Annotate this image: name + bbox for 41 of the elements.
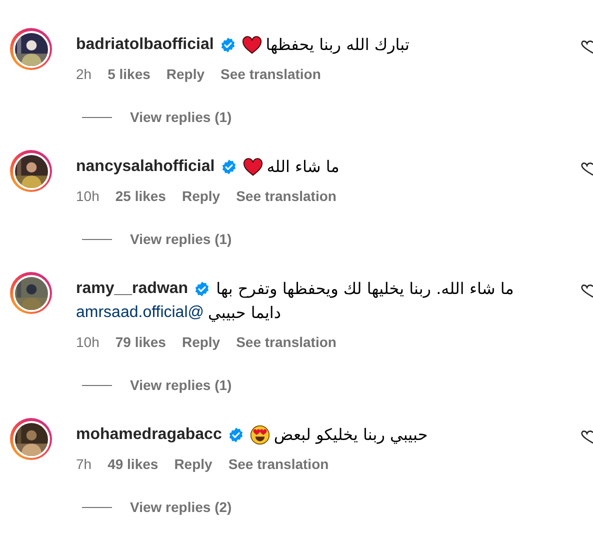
comment-text: ما شاء الله. ربنا يخليها لك ويحفظها وتفرح بها (216, 278, 514, 300)
see-translation-link[interactable]: See translation (236, 186, 336, 207)
see-translation-link[interactable]: See translation (236, 332, 336, 353)
heart-emoji-icon (242, 36, 262, 54)
likes-count[interactable]: 25 likes (115, 186, 166, 207)
likes-count[interactable]: 49 likes (108, 454, 158, 475)
like-icon[interactable] (581, 40, 593, 54)
reply-button[interactable]: Reply (182, 332, 220, 353)
avatar[interactable] (10, 28, 52, 70)
comment-time: 10h (76, 333, 100, 352)
view-replies-button[interactable]: View replies (2) (130, 497, 232, 518)
comment-text: ما شاء الله (266, 156, 340, 178)
view-replies-button[interactable]: View replies (1) (130, 229, 232, 250)
like-icon[interactable] (581, 284, 593, 298)
username[interactable]: ramy__radwan (76, 277, 188, 301)
comment-text: دايما حبيبي (208, 302, 282, 324)
avatar[interactable] (10, 150, 52, 192)
see-translation-link[interactable]: See translation (220, 64, 321, 85)
comment-time: 2h (76, 65, 92, 84)
view-replies-button[interactable]: View replies (1) (130, 107, 232, 128)
comment-text: حبيبي ربنا يخليكو لبعض (274, 424, 429, 446)
like-icon[interactable] (581, 430, 593, 444)
reply-button[interactable]: Reply (182, 186, 220, 207)
view-replies-button[interactable]: View replies (1) (130, 375, 232, 396)
comment-time: 10h (76, 187, 100, 206)
reply-button[interactable]: Reply (166, 64, 205, 85)
username[interactable]: mohamedragabacc (76, 423, 222, 447)
comment-time: 7h (76, 455, 92, 474)
username[interactable]: nancysalahofficial (76, 155, 215, 179)
comment-text: تبارك الله ربنا يحفظها (266, 34, 410, 56)
like-icon[interactable] (581, 162, 593, 176)
likes-count[interactable]: 79 likes (115, 332, 166, 353)
heart-emoji-icon (242, 158, 263, 176)
mention-link[interactable]: @amrsaad.official (76, 301, 204, 325)
avatar[interactable] (10, 418, 52, 460)
heart-eyes-emoji-icon (250, 425, 270, 445)
username[interactable]: badriatolbaofficial (76, 33, 214, 57)
avatar[interactable] (10, 272, 52, 314)
see-translation-link[interactable]: See translation (228, 454, 329, 475)
likes-count[interactable]: 5 likes (108, 64, 150, 85)
reply-button[interactable]: Reply (174, 454, 212, 475)
